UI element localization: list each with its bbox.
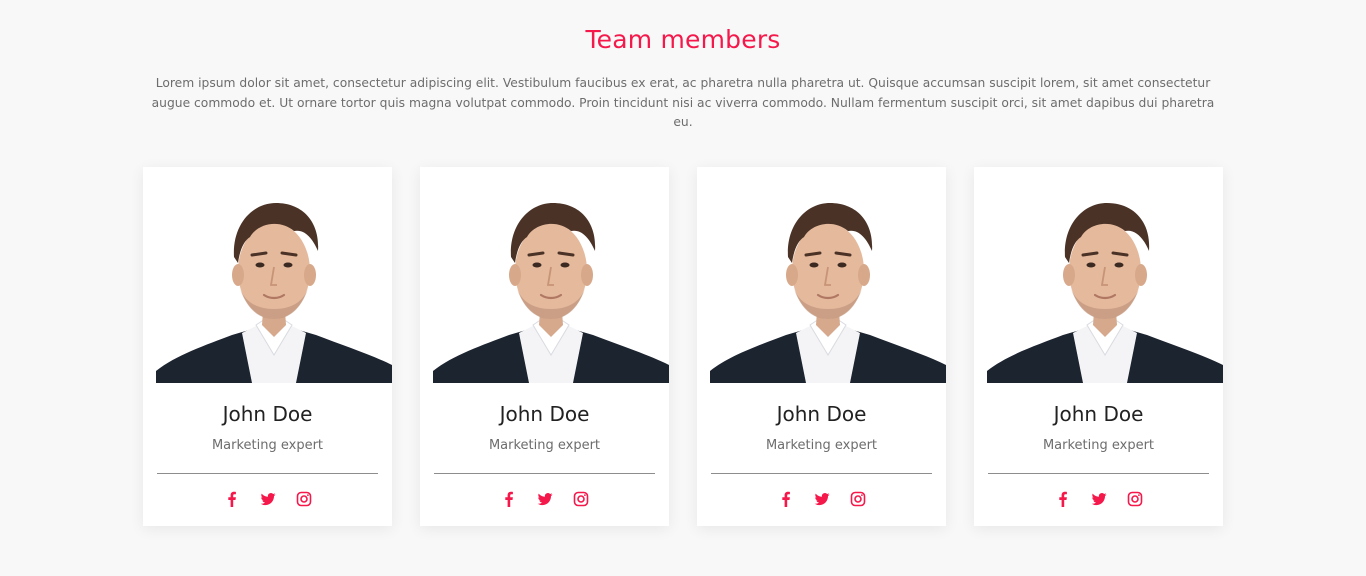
instagram-icon[interactable] bbox=[573, 491, 589, 507]
member-role: Marketing expert bbox=[765, 438, 878, 453]
member-role: Marketing expert bbox=[211, 438, 324, 453]
section-description: Lorem ipsum dolor sit amet, consectetur … bbox=[151, 76, 1215, 129]
instagram-icon[interactable] bbox=[296, 491, 312, 507]
member-photo bbox=[433, 185, 669, 383]
social-links bbox=[420, 491, 669, 507]
member-photo bbox=[987, 185, 1223, 383]
member-photo bbox=[156, 185, 392, 383]
team-card: John Doe Marketing expert bbox=[143, 167, 392, 526]
section-title: Team members bbox=[585, 25, 781, 54]
social-links bbox=[974, 491, 1223, 507]
twitter-icon[interactable] bbox=[1091, 491, 1107, 507]
divider bbox=[157, 473, 378, 474]
social-links bbox=[697, 491, 946, 507]
divider bbox=[988, 473, 1209, 474]
twitter-icon[interactable] bbox=[814, 491, 830, 507]
social-links bbox=[143, 491, 392, 507]
instagram-icon[interactable] bbox=[850, 491, 866, 507]
twitter-icon[interactable] bbox=[537, 491, 553, 507]
facebook-icon[interactable] bbox=[778, 491, 794, 507]
divider bbox=[711, 473, 932, 474]
team-section: Team members Lorem ipsum dolor sit amet,… bbox=[0, 0, 1366, 576]
member-role: Marketing expert bbox=[488, 438, 601, 453]
team-cards: John Doe Marketing expert John Doe Marke… bbox=[143, 167, 1223, 526]
member-role: Marketing expert bbox=[1042, 438, 1155, 453]
team-card: John Doe Marketing expert bbox=[697, 167, 946, 526]
member-name: John Doe bbox=[222, 402, 313, 426]
facebook-icon[interactable] bbox=[1055, 491, 1071, 507]
twitter-icon[interactable] bbox=[260, 491, 276, 507]
facebook-icon[interactable] bbox=[224, 491, 240, 507]
member-name: John Doe bbox=[499, 402, 590, 426]
instagram-icon[interactable] bbox=[1127, 491, 1143, 507]
facebook-icon[interactable] bbox=[501, 491, 517, 507]
member-photo bbox=[710, 185, 946, 383]
member-name: John Doe bbox=[776, 402, 867, 426]
divider bbox=[434, 473, 655, 474]
member-name: John Doe bbox=[1053, 402, 1144, 426]
team-card: John Doe Marketing expert bbox=[420, 167, 669, 526]
team-card: John Doe Marketing expert bbox=[974, 167, 1223, 526]
